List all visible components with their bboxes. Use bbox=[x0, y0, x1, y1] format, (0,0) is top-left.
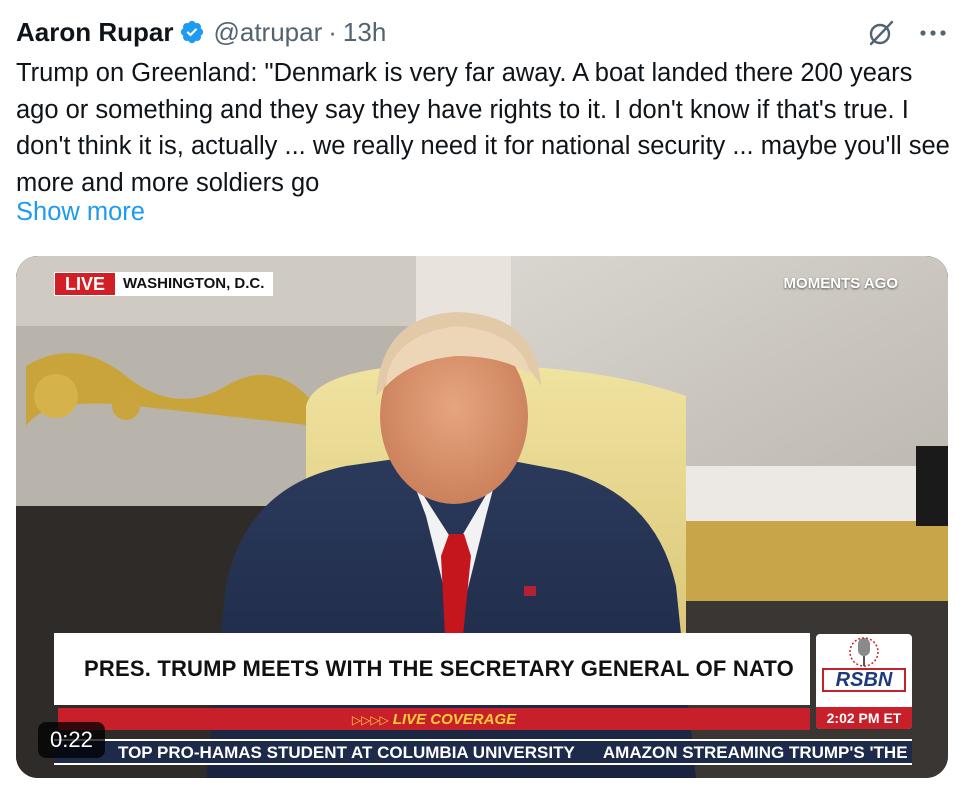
separator-dot: · bbox=[328, 16, 337, 47]
live-coverage-text: LIVE COVERAGE bbox=[392, 710, 517, 728]
live-tag: LIVE WASHINGTON, D.C. bbox=[54, 272, 274, 296]
microphone-icon bbox=[849, 637, 879, 667]
show-more-link[interactable]: Show more bbox=[16, 198, 145, 227]
live-coverage-label: ▷▷▷▷ LIVE COVERAGE bbox=[352, 711, 516, 728]
author-name[interactable]: Aaron Rupar bbox=[16, 17, 173, 48]
location-label: WASHINGTON, D.C. bbox=[115, 273, 273, 295]
network-time: 2:02 PM ET bbox=[816, 707, 912, 729]
network-logo: RSBN 2:02 PM ET bbox=[816, 634, 912, 729]
tweet-actions bbox=[866, 18, 948, 48]
ticker-item: TOP PRO-HAMAS STUDENT AT COLUMBIA UNIVER… bbox=[118, 743, 575, 762]
live-label: LIVE bbox=[55, 273, 116, 295]
video-player[interactable]: LIVE WASHINGTON, D.C. MOMENTS AGO PRES. … bbox=[16, 256, 948, 778]
tweet-text: Trump on Greenland: "Denmark is very far… bbox=[16, 59, 950, 197]
verified-badge-icon[interactable] bbox=[179, 19, 205, 45]
lower-third: PRES. TRUMP MEETS WITH THE SECRETARY GEN… bbox=[54, 633, 810, 705]
ticker-text: TOP PRO-HAMAS STUDENT AT COLUMBIA UNIVER… bbox=[118, 743, 912, 763]
tweet-time[interactable]: 13h bbox=[343, 17, 386, 48]
more-options-icon[interactable] bbox=[918, 18, 948, 48]
grok-icon[interactable] bbox=[866, 18, 896, 48]
author-handle[interactable]: @atrupar bbox=[213, 17, 322, 48]
headline: PRES. TRUMP MEETS WITH THE SECRETARY GEN… bbox=[84, 656, 794, 681]
live-coverage-arrows: ▷▷▷▷ bbox=[351, 712, 389, 727]
network-name: RSBN bbox=[822, 668, 906, 692]
tweet-header: Aaron Rupar @atrupar · 13h bbox=[16, 14, 948, 50]
ticker-item: AMAZON STREAMING TRUMP'S 'THE A bbox=[602, 743, 912, 762]
news-ticker: TOP PRO-HAMAS STUDENT AT COLUMBIA UNIVER… bbox=[54, 739, 912, 765]
video-duration: 0:22 bbox=[38, 722, 105, 758]
live-coverage-bar: ▷▷▷▷ LIVE COVERAGE bbox=[58, 708, 810, 730]
moments-ago-label: MOMENTS AGO bbox=[783, 275, 898, 292]
